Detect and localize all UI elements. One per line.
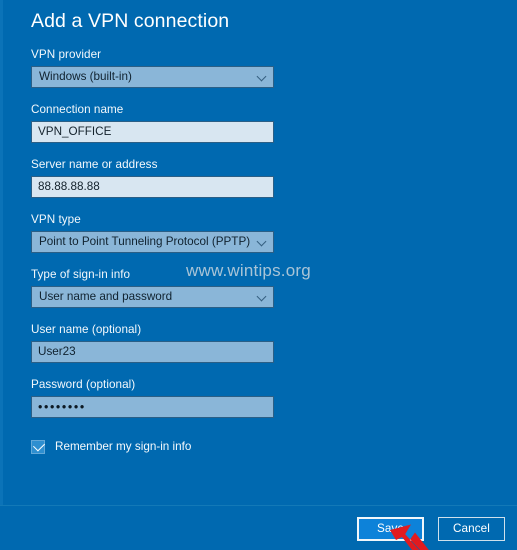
user-name-value: User23 bbox=[38, 345, 76, 358]
button-row: Save Cancel bbox=[357, 517, 505, 541]
dialog-content: Add a VPN connection VPN provider Window… bbox=[0, 0, 517, 505]
vpn-provider-label: VPN provider bbox=[31, 48, 102, 61]
remember-sign-in-checkbox[interactable] bbox=[31, 439, 46, 454]
chevron-down-icon bbox=[258, 292, 267, 301]
check-icon bbox=[32, 439, 46, 452]
cancel-button[interactable]: Cancel bbox=[438, 517, 505, 541]
chevron-down-icon bbox=[258, 237, 267, 246]
vpn-type-dropdown[interactable]: Point to Point Tunneling Protocol (PPTP) bbox=[31, 231, 274, 253]
connection-name-label: Connection name bbox=[31, 103, 124, 116]
remember-sign-in-label: Remember my sign-in info bbox=[55, 440, 192, 453]
field-group-connection-name: Connection name VPN_OFFICE bbox=[31, 102, 274, 143]
field-group-sign-in-type: Type of sign-in info User name and passw… bbox=[31, 267, 274, 308]
password-label: Password (optional) bbox=[31, 378, 136, 391]
vpn-provider-dropdown[interactable]: Windows (built-in) bbox=[31, 66, 274, 88]
password-value: •••••••• bbox=[38, 400, 86, 414]
vpn-type-value: Point to Point Tunneling Protocol (PPTP) bbox=[39, 235, 251, 248]
remember-sign-in-checkbox-row[interactable]: Remember my sign-in info bbox=[31, 439, 274, 454]
page-title: Add a VPN connection bbox=[31, 10, 230, 32]
add-vpn-connection-dialog: Add a VPN connection VPN provider Window… bbox=[0, 0, 517, 550]
sign-in-type-dropdown[interactable]: User name and password bbox=[31, 286, 274, 308]
field-group-vpn-type: VPN type Point to Point Tunneling Protoc… bbox=[31, 212, 274, 253]
connection-name-value: VPN_OFFICE bbox=[38, 125, 112, 138]
server-address-label: Server name or address bbox=[31, 158, 158, 171]
server-address-value: 88.88.88.88 bbox=[38, 180, 100, 193]
sign-in-type-label: Type of sign-in info bbox=[31, 268, 131, 281]
dialog-footer: Save Cancel bbox=[0, 505, 517, 550]
user-name-label: User name (optional) bbox=[31, 323, 142, 336]
sign-in-type-value: User name and password bbox=[39, 290, 173, 303]
field-group-user-name: User name (optional) User23 bbox=[31, 322, 274, 363]
save-button[interactable]: Save bbox=[357, 517, 424, 541]
user-name-input[interactable]: User23 bbox=[31, 341, 274, 363]
chevron-down-icon bbox=[258, 72, 267, 81]
password-input[interactable]: •••••••• bbox=[31, 396, 274, 418]
connection-name-input[interactable]: VPN_OFFICE bbox=[31, 121, 274, 143]
field-group-vpn-provider: VPN provider Windows (built-in) bbox=[31, 47, 274, 88]
field-group-server-address: Server name or address 88.88.88.88 bbox=[31, 157, 274, 198]
field-group-password: Password (optional) •••••••• bbox=[31, 377, 274, 418]
server-address-input[interactable]: 88.88.88.88 bbox=[31, 176, 274, 198]
vpn-provider-value: Windows (built-in) bbox=[39, 70, 132, 83]
vpn-type-label: VPN type bbox=[31, 213, 81, 226]
